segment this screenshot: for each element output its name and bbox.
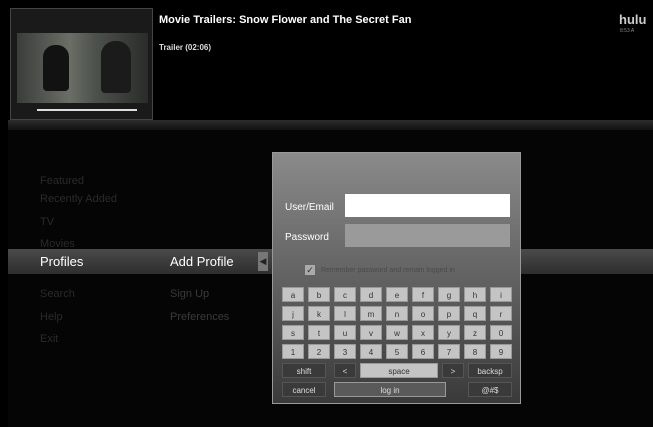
- password-field[interactable]: [345, 224, 510, 247]
- login-button[interactable]: log in: [334, 382, 446, 397]
- trailer-thumbnail[interactable]: [10, 8, 153, 120]
- key-p[interactable]: p: [438, 306, 460, 321]
- key-o[interactable]: o: [412, 306, 434, 321]
- hulu-app: Movie Trailers: Snow Flower and The Secr…: [8, 8, 653, 427]
- backspace-key[interactable]: backsp: [468, 363, 512, 378]
- key-j[interactable]: j: [282, 306, 304, 321]
- key-m[interactable]: m: [360, 306, 382, 321]
- key-e[interactable]: e: [386, 287, 408, 302]
- nav-sub-preferences[interactable]: Preferences: [170, 311, 229, 323]
- remember-label: Remember password and remain logged in: [320, 266, 455, 274]
- key-l[interactable]: l: [334, 306, 356, 321]
- key-x[interactable]: x: [412, 325, 434, 340]
- video-title: Movie Trailers: Snow Flower and The Secr…: [159, 14, 412, 26]
- nav-item-profiles[interactable]: Profiles: [40, 254, 83, 269]
- key-f[interactable]: f: [412, 287, 434, 302]
- space-key[interactable]: space: [360, 363, 438, 378]
- header-divider: [8, 120, 653, 130]
- key-8[interactable]: 8: [464, 344, 486, 359]
- key-h[interactable]: h: [464, 287, 486, 302]
- key-0[interactable]: 0: [490, 325, 512, 340]
- symbols-key[interactable]: @#$: [468, 382, 512, 397]
- thumbnail-figure-right: [101, 41, 131, 93]
- key-9[interactable]: 9: [490, 344, 512, 359]
- brand-logo: hulu: [619, 12, 647, 27]
- nav-sub-sign-up[interactable]: Sign Up: [170, 288, 209, 300]
- now-playing-header: Movie Trailers: Snow Flower and The Secr…: [8, 8, 653, 120]
- key-v[interactable]: v: [360, 325, 382, 340]
- key-t[interactable]: t: [308, 325, 330, 340]
- key-q[interactable]: q: [464, 306, 486, 321]
- key-c[interactable]: c: [334, 287, 356, 302]
- key-b[interactable]: b: [308, 287, 330, 302]
- nav-item-help[interactable]: Help: [40, 311, 63, 323]
- thumbnail-figure-left: [43, 45, 69, 91]
- email-label: User/Email: [285, 202, 334, 213]
- key-1[interactable]: 1: [282, 344, 304, 359]
- password-label: Password: [285, 232, 329, 243]
- nav-item-recently-added[interactable]: Recently Added: [40, 193, 117, 205]
- checkmark-icon: ✓: [305, 265, 315, 275]
- shift-key[interactable]: shift: [282, 363, 326, 378]
- key-z[interactable]: z: [464, 325, 486, 340]
- key-3[interactable]: 3: [334, 344, 356, 359]
- key-k[interactable]: k: [308, 306, 330, 321]
- nav-item-tv[interactable]: TV: [40, 216, 54, 228]
- thumbnail-subtitle: [37, 109, 137, 111]
- key-a[interactable]: a: [282, 287, 304, 302]
- cursor-left-key[interactable]: <: [334, 363, 356, 378]
- thumbnail-scene: [17, 33, 148, 111]
- login-dialog: User/Email Password ✓ Remember password …: [272, 152, 521, 404]
- key-w[interactable]: w: [386, 325, 408, 340]
- key-g[interactable]: g: [438, 287, 460, 302]
- collapse-arrow-icon[interactable]: ◀: [258, 252, 268, 271]
- nav-sub-add-profile[interactable]: Add Profile: [170, 254, 234, 269]
- key-7[interactable]: 7: [438, 344, 460, 359]
- cancel-button[interactable]: cancel: [282, 382, 326, 397]
- key-2[interactable]: 2: [308, 344, 330, 359]
- nav-item-exit[interactable]: Exit: [40, 333, 58, 345]
- nav-item-search[interactable]: Search: [40, 288, 75, 300]
- key-6[interactable]: 6: [412, 344, 434, 359]
- key-r[interactable]: r: [490, 306, 512, 321]
- clock-text: 8:53 A: [620, 28, 635, 34]
- email-field[interactable]: [345, 194, 510, 217]
- key-d[interactable]: d: [360, 287, 382, 302]
- key-u[interactable]: u: [334, 325, 356, 340]
- cursor-right-key[interactable]: >: [442, 363, 464, 378]
- key-4[interactable]: 4: [360, 344, 382, 359]
- key-y[interactable]: y: [438, 325, 460, 340]
- key-s[interactable]: s: [282, 325, 304, 340]
- key-n[interactable]: n: [386, 306, 408, 321]
- video-meta: Trailer (02:06): [159, 43, 212, 52]
- nav-item-featured[interactable]: Featured: [40, 175, 84, 187]
- key-i[interactable]: i: [490, 287, 512, 302]
- key-5[interactable]: 5: [386, 344, 408, 359]
- remember-checkbox[interactable]: ✓ Remember password and remain logged in: [305, 265, 455, 275]
